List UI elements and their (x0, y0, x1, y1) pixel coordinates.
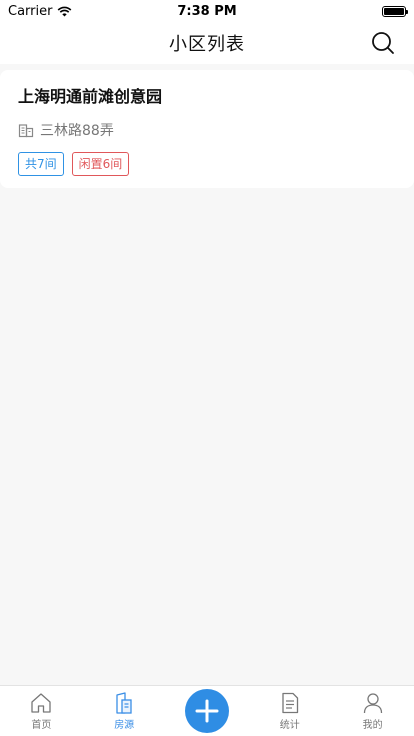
listings-icon (116, 692, 132, 714)
tab-listings-label: 房源 (114, 720, 135, 731)
add-button[interactable] (184, 689, 229, 733)
community-name: 上海明通前滩创意园 (18, 87, 163, 106)
fab-wrap (172, 686, 242, 733)
page-title: 小区列表 (169, 34, 245, 55)
idle-rooms-badge: 闲置6间 (71, 152, 130, 176)
community-card[interactable]: 上海明通前滩创意园 三林路88弄 共7间 闲置6间 (0, 70, 414, 188)
home-icon (31, 693, 52, 713)
status-time: 7:38 PM (177, 3, 237, 19)
nav-bar: 小区列表 (0, 22, 414, 64)
tab-bar: 首页 房源 统计 我的 (0, 685, 414, 736)
community-address-row: 三林路88弄 (18, 120, 396, 140)
tab-mine-label: 我的 (362, 720, 383, 731)
document-icon (282, 692, 298, 714)
tab-home[interactable]: 首页 (6, 686, 76, 731)
tag-row: 共7间 闲置6间 (18, 152, 396, 176)
user-icon (363, 693, 382, 714)
building-icon (18, 124, 34, 138)
tab-home-label: 首页 (31, 720, 52, 731)
tab-stats[interactable]: 统计 (255, 686, 325, 731)
status-bar: Carrier 7:38 PM (0, 0, 414, 22)
search-icon[interactable] (370, 30, 396, 56)
community-address: 三林路88弄 (40, 123, 114, 139)
battery-icon (382, 5, 408, 17)
tab-listings[interactable]: 房源 (89, 686, 159, 731)
tab-mine[interactable]: 我的 (338, 686, 408, 731)
tab-stats-label: 统计 (279, 720, 300, 731)
total-rooms-badge: 共7间 (18, 152, 64, 176)
plus-icon (195, 699, 219, 723)
